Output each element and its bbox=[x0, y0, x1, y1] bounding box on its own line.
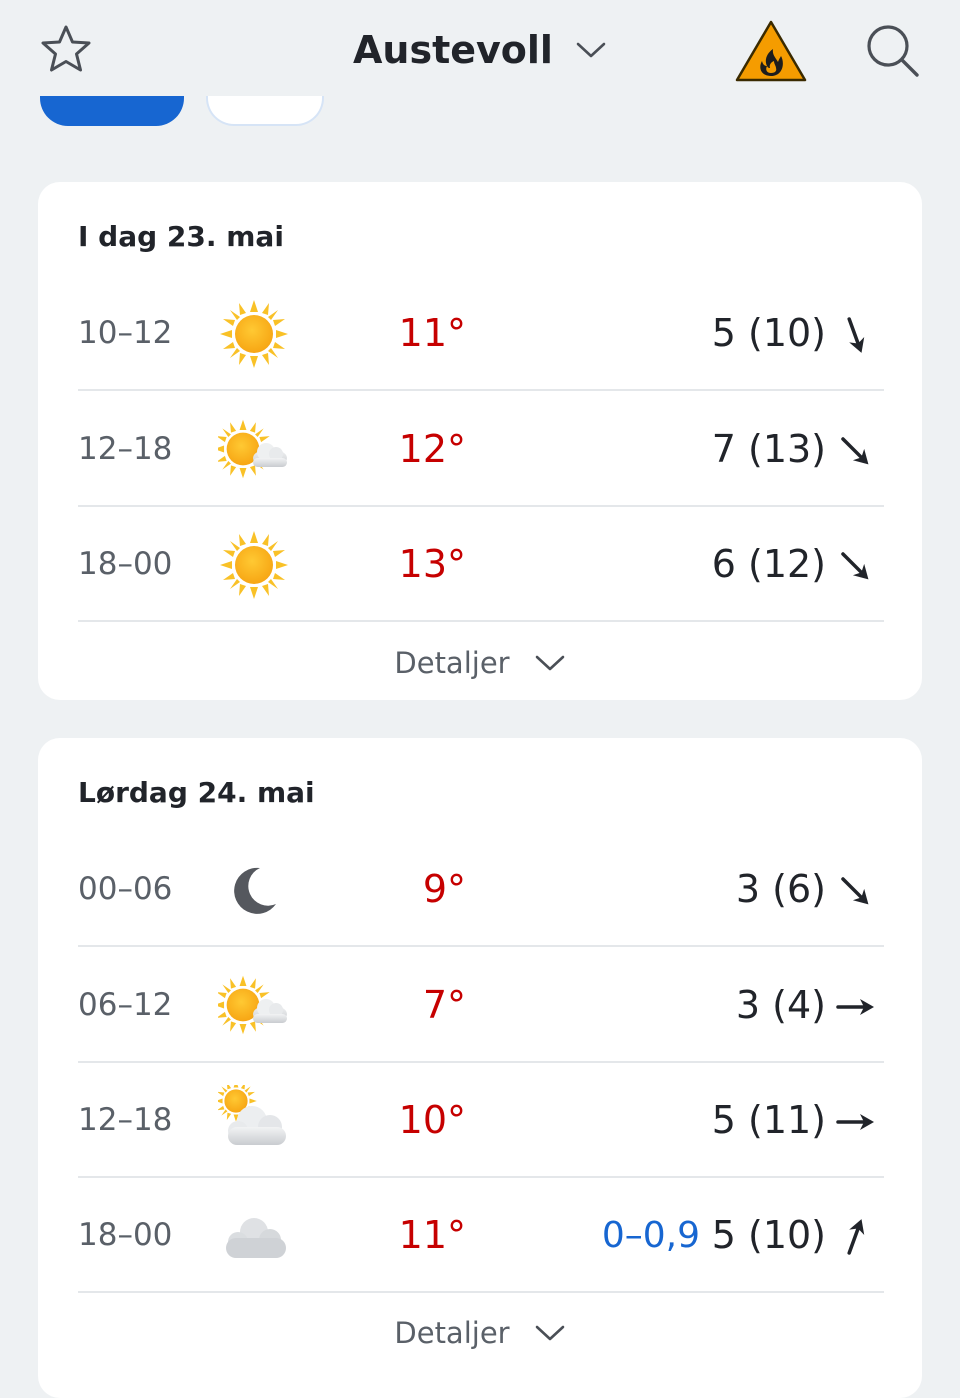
wind-speed: 3 (6) bbox=[735, 867, 826, 911]
details-label: Detaljer bbox=[394, 1316, 510, 1350]
wind-arrow-icon bbox=[834, 430, 876, 472]
sun-icon bbox=[218, 298, 290, 370]
chevron-down-icon bbox=[575, 40, 607, 60]
forecast-row[interactable]: 00–06 9° 3 (6) bbox=[78, 832, 884, 947]
wind-arrow-icon bbox=[834, 545, 876, 587]
wind-arrow-icon bbox=[834, 1216, 876, 1258]
details-toggle[interactable]: Detaljer bbox=[38, 628, 922, 698]
wind-arrow-icon bbox=[834, 314, 876, 356]
wind-arrow-icon bbox=[834, 986, 876, 1028]
wind-speed: 5 (10) bbox=[711, 311, 826, 355]
view-tab[interactable] bbox=[206, 96, 324, 126]
chevron-down-icon bbox=[534, 653, 566, 673]
wind-speed: 7 (13) bbox=[711, 427, 826, 471]
row-divider bbox=[78, 945, 884, 947]
day-title: Lørdag 24. mai bbox=[78, 776, 315, 809]
partly-cloudy-icon bbox=[218, 970, 290, 1042]
temperature: 12° bbox=[398, 427, 466, 471]
row-divider bbox=[78, 389, 884, 391]
day-title: I dag 23. mai bbox=[78, 220, 284, 253]
wind-arrow-icon bbox=[834, 1101, 876, 1143]
time-period: 12–18 bbox=[78, 1102, 173, 1138]
temperature: 9° bbox=[422, 867, 466, 911]
temperature: 7° bbox=[422, 983, 466, 1027]
temperature: 11° bbox=[398, 1213, 466, 1257]
cloud-icon bbox=[218, 1200, 290, 1272]
chevron-down-icon bbox=[534, 1323, 566, 1343]
forecast-row[interactable]: 18–00 13° 6 (12) bbox=[78, 507, 884, 622]
temperature: 11° bbox=[398, 311, 466, 355]
wind-speed: 5 (10) bbox=[711, 1213, 826, 1257]
temperature: 13° bbox=[398, 542, 466, 586]
forecast-row[interactable]: 18–00 11° 0–0,9 5 (10) bbox=[78, 1178, 884, 1293]
forecast-row[interactable]: 12–18 10° 5 (11) bbox=[78, 1063, 884, 1178]
details-label: Detaljer bbox=[394, 646, 510, 680]
sun-icon bbox=[218, 529, 290, 601]
top-bar: Austevoll bbox=[0, 0, 960, 100]
time-period: 06–12 bbox=[78, 987, 173, 1023]
temperature: 10° bbox=[398, 1098, 466, 1142]
wind-speed: 6 (12) bbox=[711, 542, 826, 586]
day-card-today: I dag 23. mai 10–12 11° 5 (10) 12–18 12°… bbox=[38, 182, 922, 700]
location-selector[interactable]: Austevoll bbox=[0, 20, 960, 80]
forecast-row[interactable]: 06–12 7° 3 (4) bbox=[78, 948, 884, 1063]
time-period: 18–00 bbox=[78, 1217, 173, 1253]
partly-cloudy-icon bbox=[218, 414, 290, 486]
time-period: 00–06 bbox=[78, 871, 173, 907]
wind-arrow-icon bbox=[834, 870, 876, 912]
details-toggle[interactable]: Detaljer bbox=[38, 1298, 922, 1368]
location-title: Austevoll bbox=[353, 28, 553, 72]
view-tab-active[interactable] bbox=[40, 96, 184, 126]
wind-speed: 3 (4) bbox=[735, 983, 826, 1027]
search-icon[interactable] bbox=[862, 20, 922, 80]
cloudy-sun-icon bbox=[218, 1085, 290, 1157]
time-period: 12–18 bbox=[78, 431, 173, 467]
fire-warning-icon[interactable] bbox=[734, 18, 808, 84]
time-period: 10–12 bbox=[78, 315, 173, 351]
forecast-row[interactable]: 12–18 12° 7 (13) bbox=[78, 392, 884, 507]
row-divider bbox=[78, 1291, 884, 1293]
day-card-saturday: Lørdag 24. mai 00–06 9° 3 (6) 06–12 7° 3… bbox=[38, 738, 922, 1398]
wind-speed: 5 (11) bbox=[711, 1098, 826, 1142]
moon-icon bbox=[218, 854, 290, 926]
row-divider bbox=[78, 620, 884, 622]
forecast-row[interactable]: 10–12 11° 5 (10) bbox=[78, 276, 884, 391]
time-period: 18–00 bbox=[78, 546, 173, 582]
